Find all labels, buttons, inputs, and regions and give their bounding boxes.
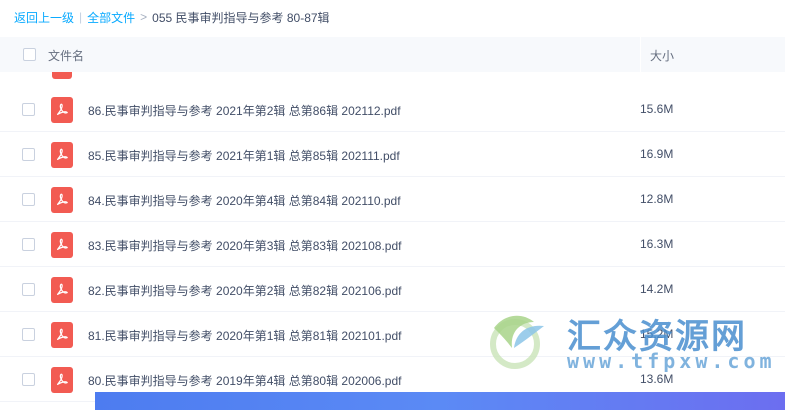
- file-row[interactable]: 86.民事审判指导与参考 2021年第2辑 总第86辑 202112.pdf 15…: [0, 87, 785, 132]
- pdf-icon: [51, 142, 73, 168]
- file-row[interactable]: 83.民事审判指导与参考 2020年第3辑 总第83辑 202108.pdf 16…: [0, 222, 785, 267]
- file-row[interactable]: 85.民事审判指导与参考 2021年第1辑 总第85辑 202111.pdf 16…: [0, 132, 785, 177]
- pdf-icon: [51, 97, 73, 123]
- file-table-header: 文件名 大小: [0, 37, 785, 72]
- file-size: 16.3M: [640, 237, 674, 251]
- column-header-size[interactable]: 大小: [650, 47, 674, 64]
- row-checkbox[interactable]: [22, 193, 35, 206]
- pdf-icon: [51, 232, 73, 258]
- row-checkbox[interactable]: [22, 373, 35, 386]
- file-size: 14.2M: [640, 282, 674, 296]
- row-checkbox[interactable]: [22, 238, 35, 251]
- file-size: 15.6M: [640, 102, 674, 116]
- row-checkbox[interactable]: [22, 148, 35, 161]
- breadcrumb-separator: |: [79, 10, 83, 24]
- current-folder: 055 民事审判指导与参考 80-87辑: [152, 10, 330, 25]
- file-size: 13.6M: [640, 372, 674, 386]
- pdf-icon: [51, 187, 73, 213]
- column-header-name[interactable]: 文件名: [48, 47, 84, 64]
- select-all-checkbox[interactable]: [23, 48, 36, 61]
- file-name[interactable]: 80.民事审判指导与参考 2019年第4辑 总第80辑 202006.pdf: [88, 372, 401, 389]
- watermark-url: www.tfpxw.com: [567, 349, 776, 373]
- file-row[interactable]: 82.民事审判指导与参考 2020年第2辑 总第82辑 202106.pdf 14…: [0, 267, 785, 312]
- file-name[interactable]: 83.民事审判指导与参考 2020年第3辑 总第83辑 202108.pdf: [88, 237, 401, 254]
- pdf-icon: [51, 322, 73, 348]
- pdf-icon: [51, 367, 73, 393]
- file-name[interactable]: 82.民事审判指导与参考 2020年第2辑 总第82辑 202106.pdf: [88, 282, 401, 299]
- file-name[interactable]: 81.民事审判指导与参考 2020年第1辑 总第81辑 202101.pdf: [88, 327, 401, 344]
- breadcrumb: 返回上一级 | 全部文件 > 055 民事审判指导与参考 80-87辑: [14, 8, 330, 26]
- pdf-icon: [52, 72, 72, 79]
- row-checkbox[interactable]: [22, 328, 35, 341]
- file-name[interactable]: 86.民事审判指导与参考 2021年第2辑 总第86辑 202112.pdf: [88, 102, 401, 119]
- file-name[interactable]: 84.民事审判指导与参考 2020年第4辑 总第84辑 202110.pdf: [88, 192, 401, 209]
- watermark-logo: [490, 315, 544, 369]
- row-checkbox[interactable]: [22, 103, 35, 116]
- bottom-banner[interactable]: [95, 392, 785, 410]
- column-divider: [640, 37, 641, 72]
- file-name[interactable]: 85.民事审判指导与参考 2021年第1辑 总第85辑 202111.pdf: [88, 147, 400, 164]
- pdf-icon: [51, 277, 73, 303]
- file-row[interactable]: 84.民事审判指导与参考 2020年第4辑 总第84辑 202110.pdf 12…: [0, 177, 785, 222]
- row-checkbox[interactable]: [22, 283, 35, 296]
- all-files-link[interactable]: 全部文件: [87, 9, 135, 26]
- file-size: 16.9M: [640, 147, 674, 161]
- breadcrumb-arrow: >: [140, 10, 148, 24]
- file-size: 12.8M: [640, 192, 674, 206]
- back-link[interactable]: 返回上一级: [14, 9, 74, 26]
